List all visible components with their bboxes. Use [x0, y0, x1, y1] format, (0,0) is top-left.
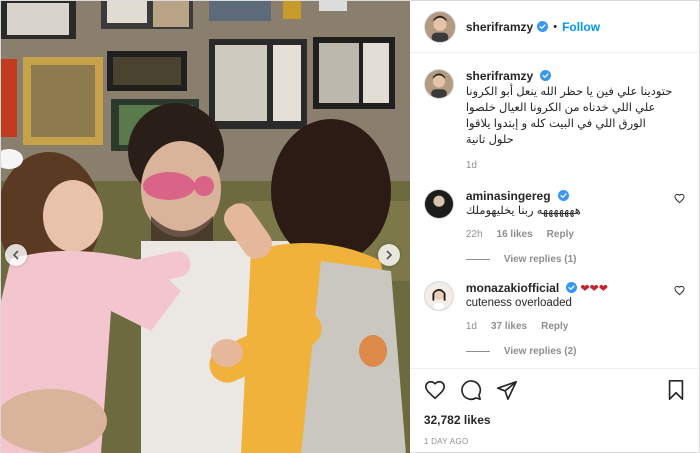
- comment-icon: [460, 380, 481, 401]
- comment-likes[interactable]: 16 likes: [497, 229, 533, 240]
- post-likes-count[interactable]: 32,782 likes: [424, 413, 687, 427]
- save-icon: [668, 380, 684, 400]
- verified-badge-icon: [537, 21, 549, 32]
- caption-username[interactable]: sherifr​amzy: [466, 69, 533, 83]
- post-date[interactable]: 1 DAY AGO: [424, 437, 687, 446]
- comment-time[interactable]: 1d: [466, 321, 477, 332]
- photo-scene: [1, 1, 410, 453]
- like-comment-heart-icon[interactable]: [674, 285, 685, 296]
- reply-button[interactable]: Reply: [541, 321, 568, 332]
- instagram-post: sherifr​amzy • Follow sherifr​amzy حتودي…: [0, 0, 700, 453]
- previous-photo-button[interactable]: [5, 244, 27, 266]
- action-icons-row: [424, 375, 687, 405]
- follow-button[interactable]: Follow: [562, 20, 600, 34]
- comment-username[interactable]: monazakiofficial: [466, 281, 559, 295]
- comment-username[interactable]: aminasingereg: [466, 189, 551, 203]
- verified-badge-icon: [540, 70, 552, 81]
- view-replies-label: View replies (2): [503, 346, 577, 357]
- share-icon: [496, 380, 517, 400]
- verified-badge-icon: [566, 282, 578, 293]
- author-avatar[interactable]: [423, 69, 454, 99]
- separator-dot: •: [553, 20, 558, 33]
- view-replies-button[interactable]: View replies (1): [465, 254, 687, 265]
- commenter-avatar[interactable]: [423, 189, 454, 219]
- heart-emojis: ❤❤❤: [580, 283, 608, 295]
- verified-badge-icon: [557, 190, 569, 201]
- chevron-right-icon: [386, 250, 392, 260]
- replies-divider-line: [465, 351, 490, 352]
- post-actions: 32,782 likes 1 DAY AGO: [409, 368, 699, 453]
- post-photo[interactable]: [1, 1, 410, 453]
- chevron-left-icon: [12, 250, 19, 260]
- like-button[interactable]: [424, 379, 446, 401]
- like-comment-heart-icon[interactable]: [674, 193, 685, 204]
- comment-item: aminasingereg هههههههه ربنا يخليهوملك 22…: [423, 189, 687, 240]
- caption-text: حتودينا علي فين يا حظر الله ينعل أبو الك…: [465, 86, 673, 146]
- save-button[interactable]: [665, 379, 687, 401]
- view-replies-label: View replies (1): [503, 254, 577, 265]
- caption-time[interactable]: 1d: [466, 160, 477, 171]
- comment-button[interactable]: [460, 379, 482, 401]
- heart-icon: [424, 380, 445, 400]
- comment-text: cuteness overloaded: [465, 297, 572, 309]
- comment-item: monazakiofficial ❤❤❤ cuteness overloaded…: [423, 281, 687, 332]
- comment-text: هههههههه ربنا يخليهوملك: [465, 205, 581, 217]
- post-header: sherifr​amzy • Follow: [409, 1, 699, 53]
- comment-likes[interactable]: 37 likes: [491, 321, 527, 332]
- commenter-avatar[interactable]: [423, 281, 454, 311]
- comment-time[interactable]: 22h: [466, 229, 483, 240]
- replies-divider-line: [465, 259, 490, 260]
- view-replies-button[interactable]: View replies (2): [465, 346, 687, 357]
- author-avatar[interactable]: [423, 10, 456, 43]
- post-caption: sherifr​amzy حتودينا علي فين يا حظر الله…: [423, 69, 687, 171]
- comments-list: sherifr​amzy حتودينا علي فين يا حظر الله…: [410, 53, 699, 368]
- reply-button[interactable]: Reply: [547, 229, 574, 240]
- author-username[interactable]: sherifr​amzy: [466, 20, 533, 34]
- share-button[interactable]: [496, 379, 518, 401]
- next-photo-button[interactable]: [377, 244, 400, 266]
- post-side-panel: sherifr​amzy • Follow sherifr​amzy حتودي…: [409, 1, 699, 453]
